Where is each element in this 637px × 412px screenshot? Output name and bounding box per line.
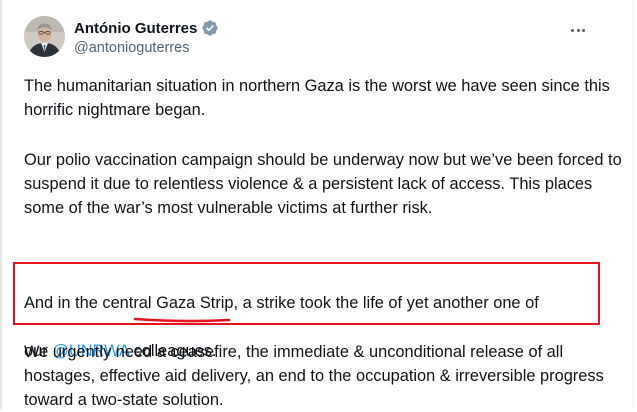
tweet-paragraph-4: We urgently need a ceasefire, the immedi… [24,343,604,409]
avatar[interactable] [24,16,65,57]
more-dot [582,28,585,32]
tweet-paragraph-1: The humanitarian situation in northern G… [24,77,610,119]
author-name-row[interactable]: António Guterres [74,18,219,38]
more-horizontal-icon[interactable] [566,20,590,40]
more-dot [576,28,580,32]
avatar-portrait [24,16,65,57]
author-display-name[interactable]: António Guterres [74,20,197,37]
more-dot [571,28,574,32]
author-handle[interactable]: @antonioguterres [74,40,189,56]
highlighted-line-1: And in the central Gaza Strip, a strike … [24,294,539,312]
tweet-paragraph-2: Our polio vaccination campaign should be… [24,151,622,217]
right-edge-line [633,0,634,409]
red-underline-mark [133,317,231,323]
verified-badge-icon[interactable] [201,19,219,37]
left-edge-line [0,0,2,409]
